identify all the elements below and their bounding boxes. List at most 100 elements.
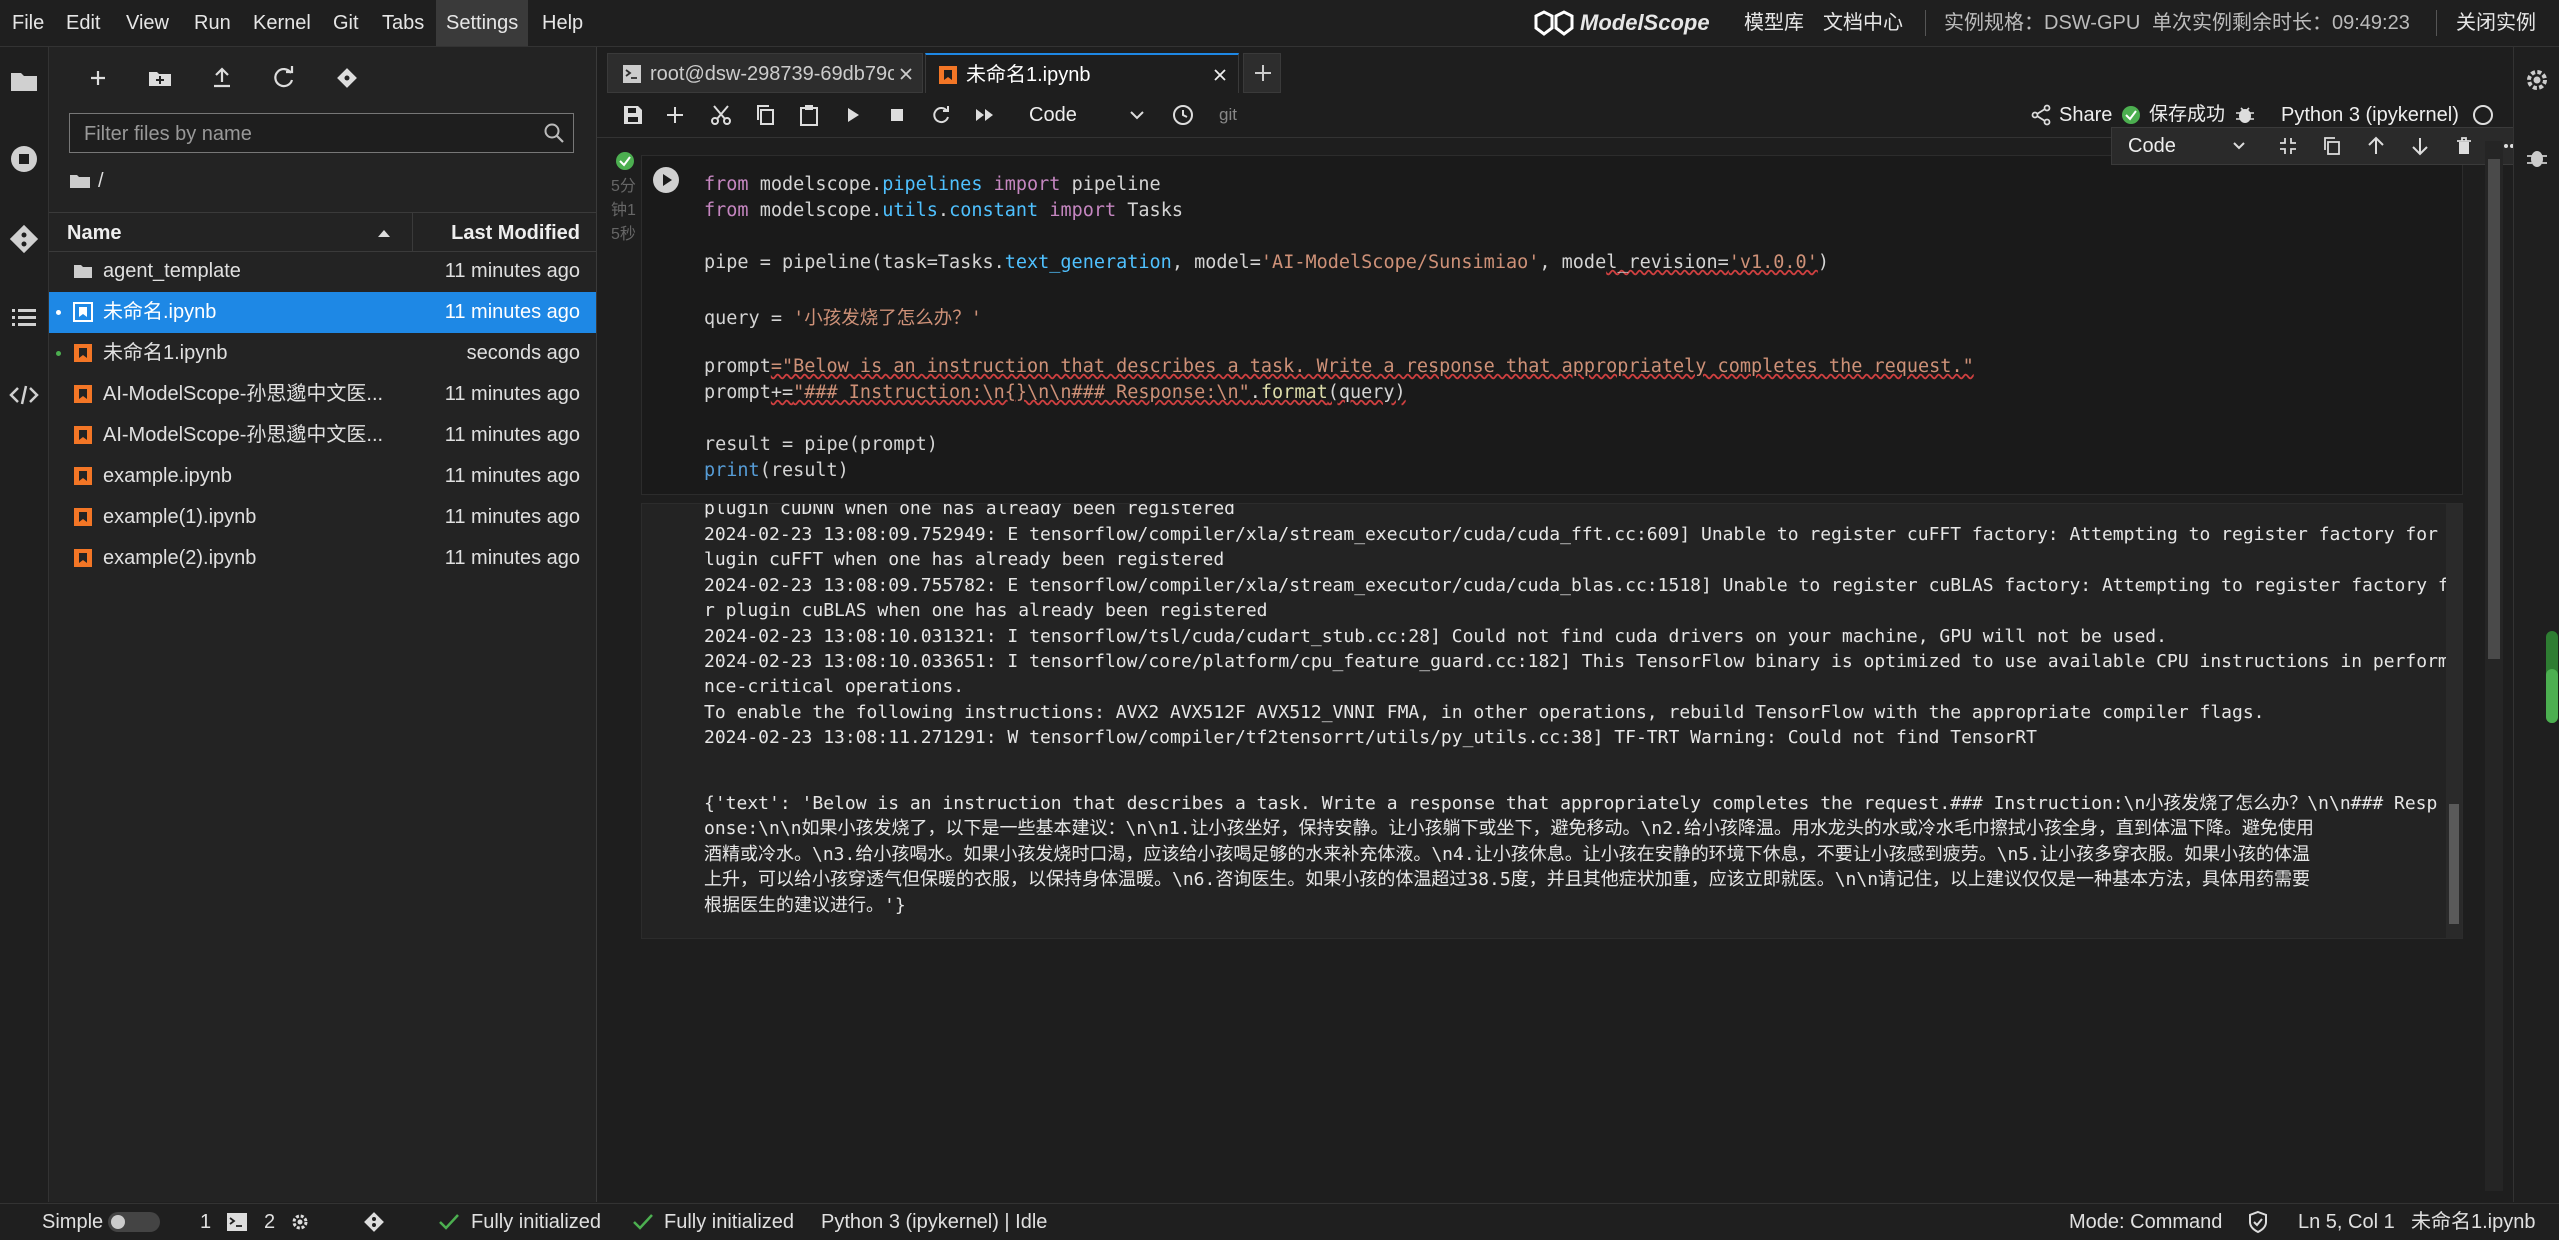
menu-run[interactable]: Run [184,0,241,46]
output-line: r plugin cuBLAS when one has already bee… [704,600,1268,621]
debugger-bug-icon[interactable] [2524,145,2550,171]
file-row-untitled[interactable]: 未命名.ipynb 11 minutes ago [49,292,596,333]
notebook-scrollbar-thumb[interactable] [2488,159,2500,659]
output-line: 上升，可以给小孩穿透气但保暖的衣服，以保持身体温暖。\n6.咨询医生。如果小孩的… [704,869,2311,890]
menu-git[interactable]: Git [323,0,369,46]
terminal-icon[interactable] [226,1212,248,1232]
menu-help[interactable]: Help [532,0,593,46]
file-modified: 11 minutes ago [444,547,580,569]
output-scrollbar-thumb[interactable] [2449,804,2459,924]
kernel-gear-icon[interactable] [290,1212,310,1232]
file-row-sunsimiao-1[interactable]: AI-ModelScope-孙思邈中文医... 11 minutes ago [49,374,596,415]
code-snippets-icon[interactable] [8,379,40,411]
new-folder-icon[interactable] [145,63,175,93]
sort-ascending-icon[interactable] [377,228,391,238]
column-last-modified[interactable]: Last Modified [451,213,580,253]
file-row-untitled1[interactable]: 未命名1.ipynb seconds ago [49,333,596,374]
notebook-scrollbar[interactable] [2485,141,2503,1191]
tab-terminal[interactable]: root@dsw-298739-69db79cc [607,53,923,93]
simple-mode-toggle[interactable] [108,1212,160,1232]
running-kernels-icon[interactable] [8,143,40,175]
git-diff-label[interactable]: git [1219,93,1237,137]
instance-spec: 实例规格：DSW-GPU [1944,12,2141,34]
output-scrollbar[interactable] [2446,504,2462,938]
cell-type-select[interactable]: Code [1029,93,1077,137]
filter-files-input[interactable] [82,114,526,154]
menu-settings[interactable]: Settings [436,0,529,46]
output-line: onse:\n\n如果小孩发烧了，以下是一些基本建议：\n\n1.让小孩坐好，保… [704,818,2314,839]
restart-run-all-icon[interactable] [973,103,997,127]
move-down-icon[interactable] [2410,136,2430,156]
output-line: 根据医生的建议进行。'} [704,895,906,916]
output-line: 2024-02-23 13:08:11.271291: W tensorflow… [704,727,2037,748]
run-cell-button[interactable] [652,166,680,194]
tab-label: 未命名1.ipynb [966,64,1091,86]
new-launcher-icon[interactable] [83,63,113,93]
menu-file[interactable]: File [2,0,54,46]
notebook-icon [73,507,93,527]
menu-tabs[interactable]: Tabs [372,0,434,46]
exec-time-line: 5分 [611,178,636,195]
move-up-icon[interactable] [2366,136,2386,156]
run-icon[interactable] [841,103,865,127]
property-inspector-gear-icon[interactable] [2524,67,2550,93]
file-row-agent-template[interactable]: agent_template 11 minutes ago [49,251,596,292]
chevron-down-icon[interactable] [1129,109,1145,121]
column-name[interactable]: Name [67,213,121,253]
output-line: 酒精或冷水。\n3.给小孩喝水。如果小孩发烧时口渴，应该给小孩喝足够的水来补充体… [704,844,2311,865]
running-indicator [56,310,61,315]
collapse-icon[interactable] [2278,136,2298,156]
file-row-sunsimiao-2[interactable]: AI-ModelScope-孙思邈中文医... 11 minutes ago [49,415,596,456]
notebook-icon [73,425,93,445]
output-line: {'text': 'Below is an instruction that d… [704,793,2438,814]
breadcrumb[interactable]: / [98,165,104,197]
link-docs[interactable]: 文档中心 [1823,0,1903,46]
remaining-time: 单次实例剩余时长：09:49:23 [2152,12,2410,34]
menu-view[interactable]: View [116,0,179,46]
share-icon[interactable] [2029,103,2053,127]
file-modified: 11 minutes ago [444,301,580,323]
file-row-example2[interactable]: example(2).ipynb 11 minutes ago [49,538,596,579]
copy-icon[interactable] [753,103,777,127]
git-branch-icon[interactable] [362,1210,386,1234]
git-clone-icon[interactable] [332,63,362,93]
link-model-hub[interactable]: 模型库 [1744,0,1804,46]
shield-check-icon[interactable] [2246,1210,2270,1234]
stop-icon[interactable] [885,103,909,127]
breadcrumb-folder-icon[interactable] [69,171,93,193]
menu-edit[interactable]: Edit [56,0,110,46]
history-icon[interactable] [1171,103,1195,127]
restart-icon[interactable] [929,103,953,127]
cell-type-dropdown[interactable]: Code [2128,128,2176,164]
file-row-example[interactable]: example.ipynb 11 minutes ago [49,456,596,497]
file-row-example1[interactable]: example(1).ipynb 11 minutes ago [49,497,596,538]
paste-icon[interactable] [797,103,821,127]
close-instance-button[interactable]: 关闭实例 [2456,0,2536,46]
output-line: 2024-02-23 13:08:09.752949: E tensorflow… [704,524,2460,545]
refresh-icon[interactable] [269,63,299,93]
share-button[interactable]: Share [2059,93,2112,137]
resource-usage-indicator [2546,631,2558,723]
save-icon[interactable] [621,103,645,127]
cell-executed-check-icon [615,151,635,171]
git-icon[interactable] [8,223,40,255]
cell-input[interactable]: from modelscope.pipelines import pipelin… [641,155,2463,495]
close-tab-icon[interactable] [898,66,914,82]
cut-icon[interactable] [709,103,733,127]
exec-time-line: 5秒 [611,226,636,243]
upload-icon[interactable] [207,63,237,93]
add-cell-icon[interactable] [663,103,687,127]
close-tab-icon[interactable] [1212,67,1228,83]
duplicate-cell-icon[interactable] [2322,136,2342,156]
delete-cell-icon[interactable] [2454,136,2474,156]
activity-bar [0,47,49,1202]
folder-icon[interactable] [8,65,40,97]
output-line: 2024-02-23 13:08:09.755782: E tensorflow… [704,575,2460,596]
chevron-down-icon[interactable] [2232,140,2246,152]
table-of-contents-icon[interactable] [8,301,40,333]
tab-notebook[interactable]: 未命名1.ipynb [925,53,1239,93]
menu-kernel[interactable]: Kernel [243,0,321,46]
new-tab-button[interactable] [1243,53,1281,93]
kernel-status[interactable]: Python 3 (ipykernel) | Idle [821,1204,1047,1240]
debug-bug-icon[interactable] [2233,103,2257,127]
